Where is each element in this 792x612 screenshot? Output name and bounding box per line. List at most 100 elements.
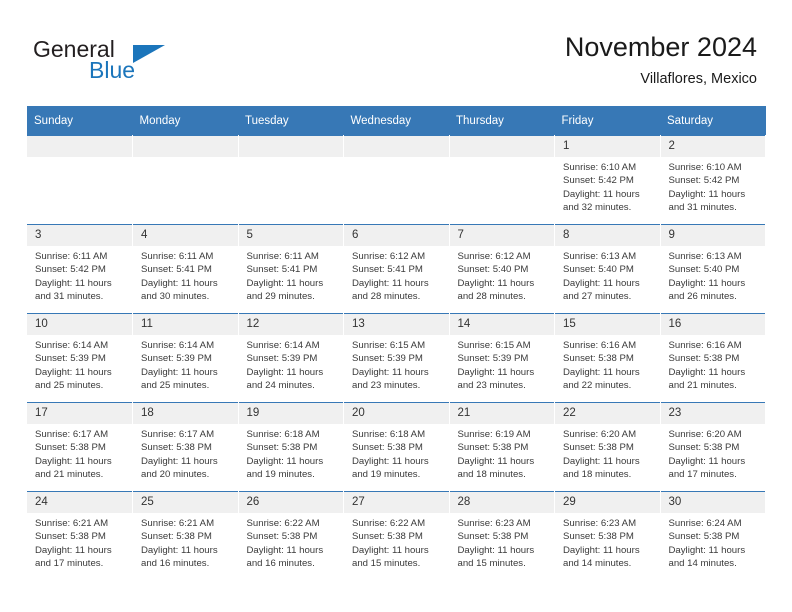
calendar-day-cell[interactable]: 30 Sunrise: 6:24 AM Sunset: 5:38 PM Dayligh…	[660, 491, 766, 580]
sunrise-text: Sunrise: 6:22 AM	[246, 518, 320, 529]
sunset-text: Sunset: 5:38 PM	[35, 531, 106, 543]
day-number: 30	[660, 492, 765, 513]
daylight-text: Daylight: 11 hours and 17 minutes.	[668, 455, 746, 481]
calendar-day-cell[interactable]: 8 Sunrise: 6:13 AM Sunset: 5:40 PM Daylight…	[554, 224, 661, 314]
day-details: Sunrise: 6:11 AM Sunset: 5:41 PM Daylight:…	[133, 246, 238, 304]
day-number: 28	[449, 492, 554, 513]
sunrise-text: Sunrise: 6:16 AM	[668, 340, 742, 351]
day-number: 5	[238, 225, 343, 246]
sunset-text: Sunset: 5:40 PM	[563, 264, 634, 276]
weekday-header-wednesday: Wednesday	[343, 106, 449, 136]
day-details: Sunrise: 6:12 AM Sunset: 5:40 PM Daylight:…	[450, 246, 555, 304]
sunrise-text: Sunrise: 6:15 AM	[457, 340, 531, 351]
daylight-text: Daylight: 11 hours and 31 minutes.	[668, 188, 746, 214]
daylight-text: Daylight: 11 hours and 21 minutes.	[35, 455, 112, 481]
calendar-day-cell[interactable]: 17 Sunrise: 6:17 AM Sunset: 5:38 PM Dayligh…	[27, 402, 133, 492]
calendar-week-row: 10 Sunrise: 6:14 AM Sunset: 5:39 PM Dayligh…	[27, 313, 766, 403]
day-details: Sunrise: 6:16 AM Sunset: 5:38 PM Daylight:…	[555, 335, 660, 393]
calendar-day-cell[interactable]: 3 Sunrise: 6:11 AM Sunset: 5:42 PM Daylight…	[27, 224, 133, 314]
daylight-text: Daylight: 11 hours and 21 minutes.	[668, 366, 746, 392]
daylight-text: Daylight: 11 hours and 27 minutes.	[563, 277, 640, 303]
calendar-day-cell-empty	[238, 135, 344, 225]
calendar-day-cell-empty	[132, 135, 239, 225]
sunrise-text: Sunrise: 6:10 AM	[668, 162, 742, 173]
day-details: Sunrise: 6:24 AM Sunset: 5:38 PM Daylight:…	[661, 513, 766, 571]
weekday-header-thursday: Thursday	[449, 106, 555, 136]
daylight-text: Daylight: 11 hours and 22 minutes.	[563, 366, 640, 392]
calendar-day-cell[interactable]: 23 Sunrise: 6:20 AM Sunset: 5:38 PM Dayligh…	[660, 402, 766, 492]
calendar-day-cell[interactable]: 9 Sunrise: 6:13 AM Sunset: 5:40 PM Daylight…	[660, 224, 766, 314]
calendar-day-cell[interactable]: 18 Sunrise: 6:17 AM Sunset: 5:38 PM Dayligh…	[132, 402, 239, 492]
sunset-text: Sunset: 5:38 PM	[563, 442, 634, 454]
daylight-text: Daylight: 11 hours and 20 minutes.	[141, 455, 218, 481]
general-blue-logo: General Blue	[33, 36, 203, 86]
sunrise-text: Sunrise: 6:21 AM	[141, 518, 215, 529]
sunrise-text: Sunrise: 6:16 AM	[563, 340, 637, 351]
calendar-table: Sunday Monday Tuesday Wednesday Thursday…	[27, 106, 766, 580]
calendar-body: 1 Sunrise: 6:10 AM Sunset: 5:42 PM Daylight…	[27, 135, 766, 580]
weekday-header-monday: Monday	[132, 106, 238, 136]
day-number: 20	[344, 403, 449, 424]
calendar-day-cell[interactable]: 21 Sunrise: 6:19 AM Sunset: 5:38 PM Dayligh…	[449, 402, 555, 492]
calendar-day-cell[interactable]: 25 Sunrise: 6:21 AM Sunset: 5:38 PM Dayligh…	[132, 491, 239, 580]
calendar-day-cell[interactable]: 7 Sunrise: 6:12 AM Sunset: 5:40 PM Daylight…	[449, 224, 555, 314]
sunset-text: Sunset: 5:38 PM	[668, 531, 740, 543]
sunrise-text: Sunrise: 6:18 AM	[352, 429, 426, 440]
sunset-text: Sunset: 5:38 PM	[246, 531, 318, 543]
day-number: 12	[238, 314, 343, 335]
calendar-day-cell[interactable]: 12 Sunrise: 6:14 AM Sunset: 5:39 PM Dayligh…	[238, 313, 344, 403]
sunset-text: Sunset: 5:39 PM	[457, 353, 529, 365]
day-details: Sunrise: 6:13 AM Sunset: 5:40 PM Daylight:…	[555, 246, 660, 304]
day-number: 9	[660, 225, 765, 246]
calendar-day-cell[interactable]: 11 Sunrise: 6:14 AM Sunset: 5:39 PM Dayligh…	[132, 313, 239, 403]
day-number: 10	[27, 314, 132, 335]
calendar-week-row: 17 Sunrise: 6:17 AM Sunset: 5:38 PM Dayligh…	[27, 402, 766, 492]
calendar-day-cell[interactable]: 14 Sunrise: 6:15 AM Sunset: 5:39 PM Dayligh…	[449, 313, 555, 403]
calendar-day-cell[interactable]: 4 Sunrise: 6:11 AM Sunset: 5:41 PM Daylight…	[132, 224, 239, 314]
day-number: 22	[555, 403, 660, 424]
title-block: November 2024 Villaflores, Mexico	[565, 30, 757, 90]
calendar-day-cell[interactable]: 24 Sunrise: 6:21 AM Sunset: 5:38 PM Dayligh…	[27, 491, 133, 580]
calendar-day-cell-empty	[27, 135, 133, 225]
calendar-day-cell[interactable]: 20 Sunrise: 6:18 AM Sunset: 5:38 PM Dayligh…	[343, 402, 450, 492]
calendar-day-cell[interactable]: 15 Sunrise: 6:16 AM Sunset: 5:38 PM Dayligh…	[554, 313, 661, 403]
calendar-day-cell[interactable]: 2 Sunrise: 6:10 AM Sunset: 5:42 PM Daylight…	[660, 135, 766, 225]
daylight-text: Daylight: 11 hours and 25 minutes.	[141, 366, 218, 392]
daylight-text: Daylight: 11 hours and 17 minutes.	[35, 544, 112, 570]
sunrise-text: Sunrise: 6:20 AM	[563, 429, 637, 440]
calendar-day-cell[interactable]: 19 Sunrise: 6:18 AM Sunset: 5:38 PM Dayligh…	[238, 402, 344, 492]
calendar-day-cell[interactable]: 16 Sunrise: 6:16 AM Sunset: 5:38 PM Dayligh…	[660, 313, 766, 403]
sunset-text: Sunset: 5:40 PM	[457, 264, 529, 276]
calendar-day-cell[interactable]: 10 Sunrise: 6:14 AM Sunset: 5:39 PM Dayligh…	[27, 313, 133, 403]
calendar-day-cell[interactable]: 13 Sunrise: 6:15 AM Sunset: 5:39 PM Dayligh…	[343, 313, 450, 403]
day-details: Sunrise: 6:20 AM Sunset: 5:38 PM Daylight:…	[555, 424, 660, 482]
calendar-day-cell[interactable]: 26 Sunrise: 6:22 AM Sunset: 5:38 PM Dayligh…	[238, 491, 344, 580]
day-details: Sunrise: 6:22 AM Sunset: 5:38 PM Daylight:…	[239, 513, 344, 571]
sunrise-text: Sunrise: 6:23 AM	[563, 518, 637, 529]
daylight-text: Daylight: 11 hours and 31 minutes.	[35, 277, 112, 303]
day-number: 4	[133, 225, 238, 246]
calendar-day-cell[interactable]: 28 Sunrise: 6:23 AM Sunset: 5:38 PM Dayligh…	[449, 491, 555, 580]
daylight-text: Daylight: 11 hours and 18 minutes.	[457, 455, 535, 481]
calendar-day-cell[interactable]: 6 Sunrise: 6:12 AM Sunset: 5:41 PM Daylight…	[343, 224, 450, 314]
day-details: Sunrise: 6:10 AM Sunset: 5:42 PM Daylight:…	[661, 157, 766, 215]
sunrise-text: Sunrise: 6:17 AM	[35, 429, 109, 440]
day-details: Sunrise: 6:22 AM Sunset: 5:38 PM Daylight:…	[344, 513, 449, 571]
calendar-day-cell[interactable]: 5 Sunrise: 6:11 AM Sunset: 5:41 PM Daylight…	[238, 224, 344, 314]
sunset-text: Sunset: 5:38 PM	[457, 442, 529, 454]
sunset-text: Sunset: 5:38 PM	[35, 442, 106, 454]
sunset-text: Sunset: 5:38 PM	[352, 442, 423, 454]
calendar-day-cell[interactable]: 22 Sunrise: 6:20 AM Sunset: 5:38 PM Dayligh…	[554, 402, 661, 492]
day-number: 2	[660, 136, 765, 157]
calendar-day-cell[interactable]: 1 Sunrise: 6:10 AM Sunset: 5:42 PM Daylight…	[554, 135, 661, 225]
logo-text-blue: Blue	[89, 57, 136, 83]
calendar-day-cell[interactable]: 27 Sunrise: 6:22 AM Sunset: 5:38 PM Dayligh…	[343, 491, 450, 580]
sunrise-text: Sunrise: 6:23 AM	[457, 518, 531, 529]
sunrise-text: Sunrise: 6:10 AM	[563, 162, 637, 173]
calendar-day-cell[interactable]: 29 Sunrise: 6:23 AM Sunset: 5:38 PM Dayligh…	[554, 491, 661, 580]
calendar-day-cell-empty	[343, 135, 450, 225]
day-number	[133, 136, 238, 157]
sunrise-text: Sunrise: 6:14 AM	[35, 340, 109, 351]
day-details: Sunrise: 6:11 AM Sunset: 5:42 PM Daylight:…	[27, 246, 132, 304]
daylight-text: Daylight: 11 hours and 16 minutes.	[246, 544, 324, 570]
